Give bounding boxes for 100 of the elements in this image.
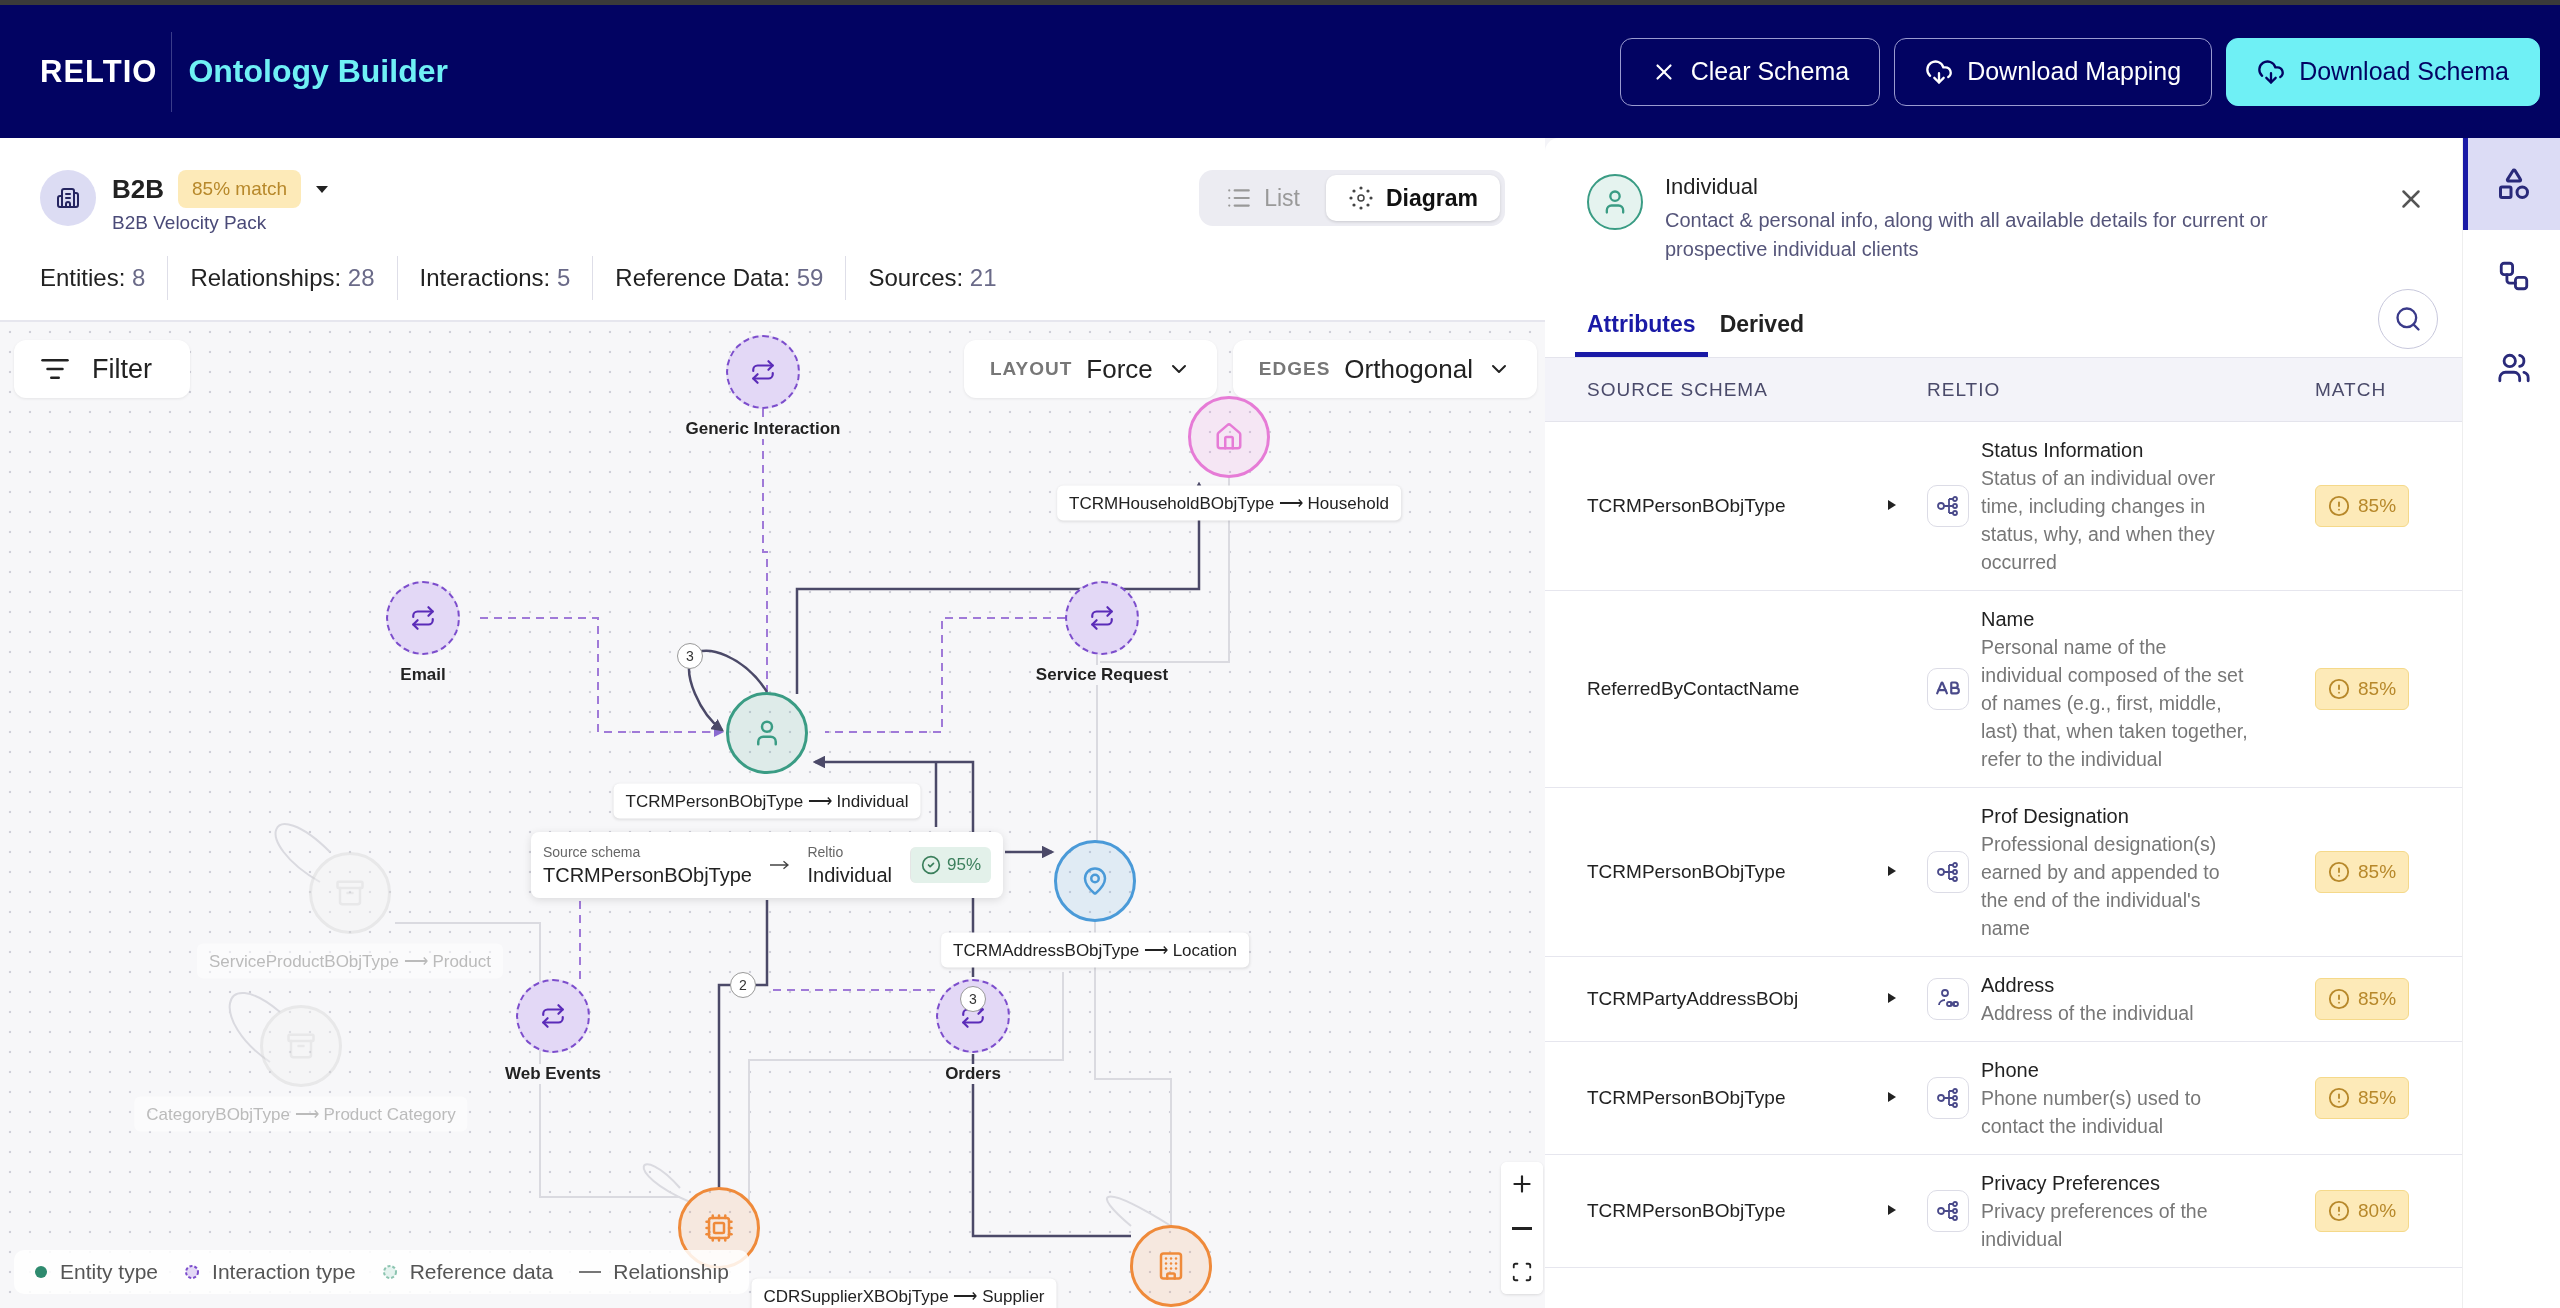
check-circle-icon [920, 855, 941, 875]
download-button[interactable]: Download Mapping [1894, 37, 2213, 106]
attribute-row[interactable]: ReferredByContactName Name Personal name of the individual composed of the set of names (e.g., first, middle, last) that, when taken together, refer to the individual 85% [1545, 591, 2462, 788]
line-icon [579, 1270, 602, 1274]
stat-text: Entities: 8 [40, 263, 147, 293]
attribute-row[interactable]: TCRMPersonBObjType Prof Designation Professional designation(s) earned by and appended to the end of the individual's name 85% [1545, 788, 2462, 957]
shapes-icon [2496, 166, 2532, 202]
arrow-icon [769, 859, 790, 871]
app-title: Ontology Builder [188, 53, 448, 90]
alert-icon [2328, 495, 2350, 517]
attribute-description: Privacy preferences of the individual [1981, 1199, 2209, 1252]
faded-relationship-line [274, 823, 331, 883]
match-badge: 85% [2315, 668, 2410, 710]
node-label: CategoryBObjType ⟶ Product Category [134, 1096, 468, 1132]
node-label: TCRMPersonBObjType ⟶ Individual [613, 783, 921, 819]
attribute-description: Status of an individual over time, including changes in status, why, and when they occurred [1981, 466, 2217, 575]
stat-text: Relationships: 28 [167, 256, 397, 300]
clear-schema-button[interactable]: Clear Schema [1619, 37, 1881, 106]
caret-icon[interactable] [315, 184, 330, 194]
interaction-node[interactable] [726, 335, 800, 409]
table-cell-text: TCRMPersonBObjType [1587, 1087, 1787, 1109]
repeat-icon [410, 605, 436, 631]
hierarchy-icon [1936, 1086, 1960, 1110]
archive-icon [335, 878, 365, 908]
filter-button[interactable]: Filter [14, 340, 190, 398]
reference-ring-icon [381, 1264, 398, 1280]
tooltip-label: Reltio [807, 843, 845, 860]
stat-text: Sources: 21 [845, 256, 1019, 300]
pack-name: B2B [112, 173, 164, 205]
match-badge: 85% [2315, 1077, 2410, 1119]
repeat-icon [540, 1003, 566, 1029]
attribute-description: Professional designation(s) earned by and appended to the end of the individual's name [1981, 832, 2221, 941]
stat-text: Interactions: 5 [396, 256, 593, 300]
logo: RELTIO [40, 31, 173, 112]
alert-icon [2328, 988, 2350, 1010]
view-tab[interactable]: Diagram [1325, 175, 1500, 221]
match-badge: 80% [2315, 1190, 2410, 1232]
alert-icon [2328, 861, 2350, 883]
tooltip-label: Source schema [543, 843, 642, 860]
alert-icon [2328, 1087, 2350, 1109]
repeat-icon [750, 359, 776, 385]
match-badge: 85% [2315, 978, 2410, 1020]
edge-count-badge: 3 [677, 643, 703, 669]
edge-count-badge: 2 [730, 972, 756, 998]
tooltip-value: TCRMPersonBObjType [543, 863, 752, 887]
tab[interactable]: Derived [1707, 297, 1816, 357]
legend-label: Entity type [60, 1260, 159, 1284]
attribute-name: Address [1981, 973, 2056, 998]
attribute-row[interactable]: TCRMPersonBObjType Privacy Preferences Privacy preferences of the individual 80% [1545, 1155, 2462, 1268]
entity-node[interactable] [726, 692, 808, 774]
attribute-name: Privacy Preferences [1981, 1171, 2161, 1196]
download-button[interactable]: Download Schema [2226, 37, 2540, 106]
attribute-description: Personal name of the individual composed of the set of names (e.g., first, middle, last) that, when taken together, refer to the individual [1981, 635, 2249, 772]
expand-caret-icon[interactable] [1887, 1091, 1897, 1103]
relationship-line [1005, 845, 1055, 859]
faded-relationship-line [229, 992, 281, 1063]
attribute-name: Phone [1981, 1058, 2040, 1083]
legend-label: Reference data [409, 1260, 554, 1284]
hierarchy-icon [1936, 1199, 1960, 1223]
expand-caret-icon[interactable] [1887, 499, 1897, 511]
rail-button[interactable] [2463, 138, 2560, 230]
hierarchy-icon [1936, 494, 1960, 518]
edges-dropdown[interactable]: EDGES Orthogonal [1232, 340, 1537, 398]
table-cell-text: ReferredByContactName [1587, 678, 1801, 700]
expand-caret-icon[interactable] [1887, 992, 1897, 1004]
attribute-row[interactable]: TCRMPersonBObjType Status Information Status of an individual over time, including changes in status, why, and when they occurred 85% [1545, 422, 2462, 591]
column-header: SOURCE SCHEMA [1587, 378, 1769, 401]
users-icon [2497, 351, 2531, 385]
alert-icon [2328, 678, 2350, 700]
legend-label: Interaction type [212, 1260, 356, 1284]
match-badge: 85% [2315, 485, 2410, 527]
stat-text: Reference Data: 59 [592, 256, 846, 300]
expand-caret-icon[interactable] [1887, 1204, 1897, 1216]
building-icon [56, 186, 80, 210]
node-label: TCRMHouseholdBObjType ⟶ Household [1057, 485, 1401, 521]
expand-caret-icon[interactable] [1887, 865, 1897, 877]
attribute-name: Status Information [1981, 438, 2145, 463]
house-icon [1214, 422, 1244, 452]
attribute-name: Prof Designation [1981, 804, 2130, 829]
chip-icon [704, 1213, 734, 1243]
attribute-name: Name [1981, 607, 2036, 632]
column-header: MATCH [2314, 378, 2388, 401]
fit-view-button[interactable] [1501, 1250, 1543, 1294]
pack-subtitle: B2B Velocity Pack [112, 212, 268, 234]
legend-label: Relationship [613, 1260, 729, 1284]
match-badge: 85% match [178, 170, 302, 208]
alert-icon [2328, 1200, 2350, 1222]
interaction-ring-icon [184, 1264, 201, 1280]
zoom-in-button[interactable] [1501, 1162, 1543, 1206]
repeat-icon [1089, 605, 1115, 631]
attribute-row[interactable]: TCRMPartyAddressBObj Address Address of the individual 85% [1545, 957, 2462, 1042]
table-cell-text: TCRMPersonBObjType [1587, 495, 1787, 517]
entity-dot-icon [34, 1265, 48, 1279]
attribute-description: Address of the individual [1981, 1001, 2195, 1026]
column-header: RELTIO [1927, 378, 2002, 401]
layout-dropdown[interactable]: LAYOUT Force [963, 340, 1217, 398]
attribute-row[interactable]: TCRMPersonBObjType Phone Phone number(s) used to contact the individual 85% [1545, 1042, 2462, 1155]
hierarchy-icon [1936, 860, 1960, 884]
archive-icon [286, 1031, 316, 1061]
node-label: TCRMAddressBObjType ⟶ Location [941, 932, 1249, 968]
